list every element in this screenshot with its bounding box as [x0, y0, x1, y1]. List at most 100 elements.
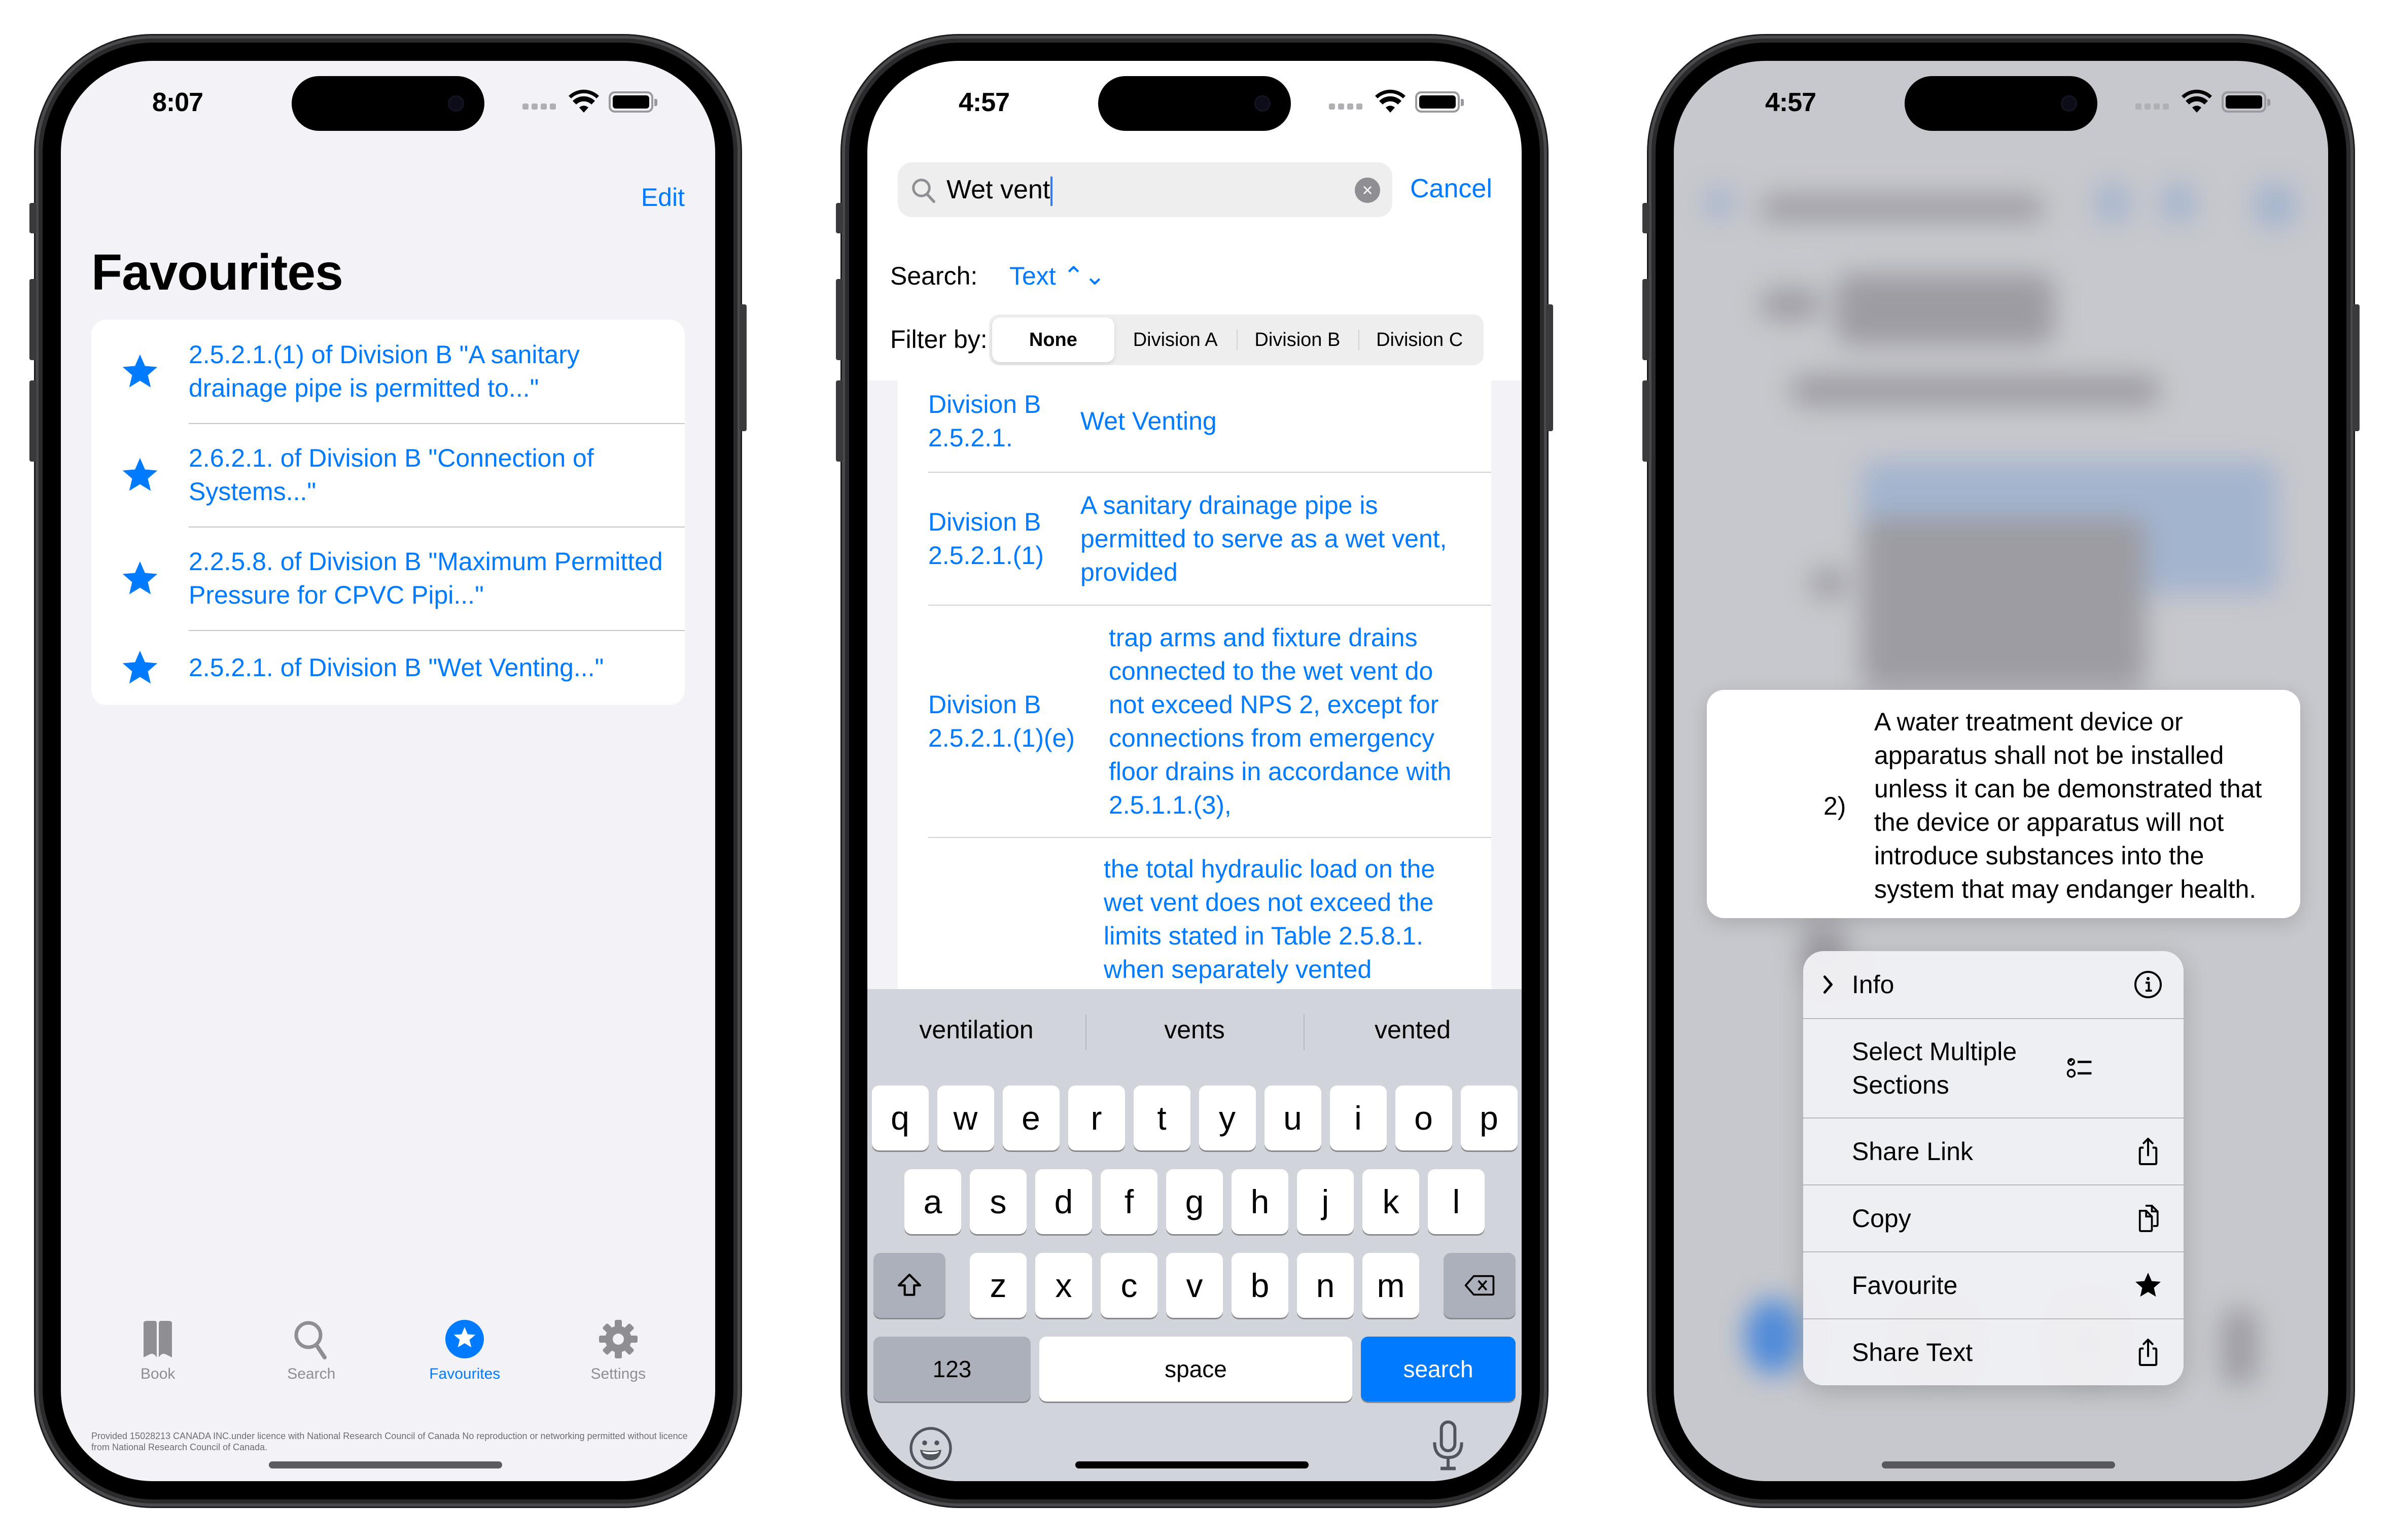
emoji-icon[interactable] — [908, 1425, 954, 1471]
menu-item-share-text[interactable]: Share Text — [1803, 1318, 2184, 1385]
key[interactable]: y — [1199, 1086, 1256, 1150]
key[interactable]: e — [1002, 1086, 1060, 1150]
cancel-button[interactable]: Cancel — [1410, 173, 1492, 204]
power-button — [740, 304, 747, 431]
menu-item-label: Copy — [1852, 1204, 1911, 1233]
status-time: 4:57 — [1765, 88, 1816, 117]
result-row[interactable]: Division B 2.5.2.1. Wet Venting — [928, 380, 1491, 472]
menu-item-label: Select Multiple Sections — [1852, 1037, 2017, 1099]
search-input[interactable]: Wet vent × — [898, 162, 1392, 217]
key-row: z x c v b n m — [867, 1253, 1522, 1318]
dynamic-island — [292, 76, 484, 131]
home-indicator[interactable] — [1075, 1461, 1309, 1468]
battery-icon — [609, 91, 657, 113]
key[interactable]: l — [1428, 1169, 1485, 1234]
menu-item-info[interactable]: Info — [1803, 951, 2184, 1018]
result-row[interactable]: Division B 2.5.2.1.(1)(e) trap arms and … — [928, 605, 1491, 837]
key[interactable]: v — [1166, 1253, 1223, 1318]
key[interactable]: h — [1232, 1169, 1288, 1234]
cellular-signal-icon — [2135, 103, 2169, 110]
result-text: the total hydraulic load on the wet vent… — [1104, 855, 1435, 984]
status-bar: 4:57 — [867, 61, 1522, 142]
info-circle-icon — [2134, 971, 2162, 998]
key[interactable]: n — [1297, 1253, 1354, 1318]
key[interactable]: f — [1101, 1169, 1157, 1234]
favourite-item[interactable]: 2.6.2.1. of Division B "Connection of Sy… — [91, 423, 685, 527]
edit-button[interactable]: Edit — [641, 183, 685, 212]
screen: 4:57 Wet vent × Cancel Search: Text ⌃⌄ F… — [867, 61, 1522, 1481]
menu-item-select-multiple[interactable]: Select Multiple Sections — [1803, 1018, 2184, 1117]
home-indicator[interactable] — [1882, 1461, 2115, 1468]
shift-key[interactable] — [873, 1253, 945, 1318]
key[interactable]: m — [1362, 1253, 1419, 1318]
key[interactable]: a — [904, 1169, 961, 1234]
key[interactable]: g — [1166, 1169, 1223, 1234]
space-key[interactable]: space — [1039, 1337, 1352, 1402]
section-preview: 2) A water treatment device or apparatus… — [1707, 690, 2300, 918]
favourite-item[interactable]: 2.5.2.1.(1) of Division B "A sanitary dr… — [91, 320, 685, 423]
microphone-icon[interactable] — [1430, 1420, 1466, 1471]
clear-search-button[interactable]: × — [1355, 178, 1380, 203]
filter-division-b[interactable]: Division B — [1236, 318, 1359, 362]
result-row[interactable]: Division B 2.5.2.1.(1) A sanitary draina… — [928, 472, 1491, 605]
key[interactable]: s — [970, 1169, 1027, 1234]
wifi-icon — [1375, 89, 1406, 113]
volume-up-button — [836, 279, 843, 360]
search-mode-picker[interactable]: Text ⌃⌄ — [1009, 261, 1105, 291]
menu-item-copy[interactable]: Copy — [1803, 1184, 2184, 1251]
menu-item-label: Info — [1852, 970, 1894, 999]
result-text: A sanitary drainage pipe is permitted to… — [1080, 491, 1447, 586]
delete-key[interactable] — [1444, 1253, 1516, 1318]
volume-down-button — [29, 380, 37, 462]
status-time: 4:57 — [959, 88, 1010, 117]
tab-label: Settings — [590, 1366, 646, 1382]
key[interactable]: r — [1068, 1086, 1125, 1150]
favourite-item[interactable]: 2.5.2.1. of Division B "Wet Venting..." — [91, 630, 685, 705]
filter-division-a[interactable]: Division A — [1114, 318, 1237, 362]
menu-item-share-link[interactable]: Share Link — [1803, 1117, 2184, 1184]
key[interactable]: q — [871, 1086, 929, 1150]
suggestion[interactable]: vented — [1304, 999, 1522, 1060]
key[interactable]: w — [937, 1086, 994, 1150]
result-reference: Division B 2.5.2.1.(1)(e) — [928, 690, 1075, 752]
tab-settings[interactable]: Settings — [555, 1319, 682, 1420]
key[interactable]: i — [1329, 1086, 1387, 1150]
key[interactable]: d — [1035, 1169, 1092, 1234]
key[interactable]: c — [1101, 1253, 1157, 1318]
book-icon — [144, 1321, 172, 1357]
filter-none[interactable]: None — [992, 318, 1114, 362]
search-key[interactable]: search — [1361, 1337, 1516, 1402]
key[interactable]: j — [1297, 1169, 1354, 1234]
tab-search[interactable]: Search — [248, 1319, 375, 1420]
key[interactable]: b — [1232, 1253, 1288, 1318]
key[interactable]: p — [1460, 1086, 1518, 1150]
search-icon — [294, 1321, 327, 1359]
menu-item-label: Share Link — [1852, 1137, 1974, 1166]
result-row[interactable]: the total hydraulic load on the wet vent… — [928, 837, 1491, 989]
key[interactable]: u — [1264, 1086, 1321, 1150]
gear-icon — [599, 1320, 638, 1358]
tab-favourites[interactable]: Favourites — [401, 1319, 528, 1420]
key[interactable]: k — [1362, 1169, 1419, 1234]
key[interactable]: x — [1035, 1253, 1092, 1318]
filter-label: Filter by: — [890, 325, 988, 354]
home-indicator[interactable] — [269, 1461, 502, 1468]
wifi-icon — [2182, 89, 2212, 113]
volume-down-button — [1642, 380, 1649, 462]
volume-down-button — [836, 380, 843, 462]
favourite-item[interactable]: 2.2.5.8. of Division B "Maximum Permitte… — [91, 527, 685, 630]
key[interactable]: t — [1133, 1086, 1190, 1150]
status-time: 8:07 — [152, 88, 203, 117]
suggestion[interactable]: ventilation — [867, 999, 1085, 1060]
menu-item-favourite[interactable]: Favourite — [1803, 1251, 2184, 1318]
numbers-key[interactable]: 123 — [873, 1337, 1031, 1402]
clause-number: 2) — [1823, 792, 1846, 820]
key[interactable]: z — [970, 1253, 1027, 1318]
page-title: Favourites — [91, 244, 343, 301]
filter-division-c[interactable]: Division C — [1358, 318, 1481, 362]
suggestion[interactable]: vents — [1085, 999, 1304, 1060]
cellular-signal-icon — [1329, 103, 1362, 110]
search-mode-label: Search: — [890, 262, 978, 290]
key[interactable]: o — [1395, 1086, 1452, 1150]
tab-book[interactable]: Book — [94, 1319, 221, 1420]
